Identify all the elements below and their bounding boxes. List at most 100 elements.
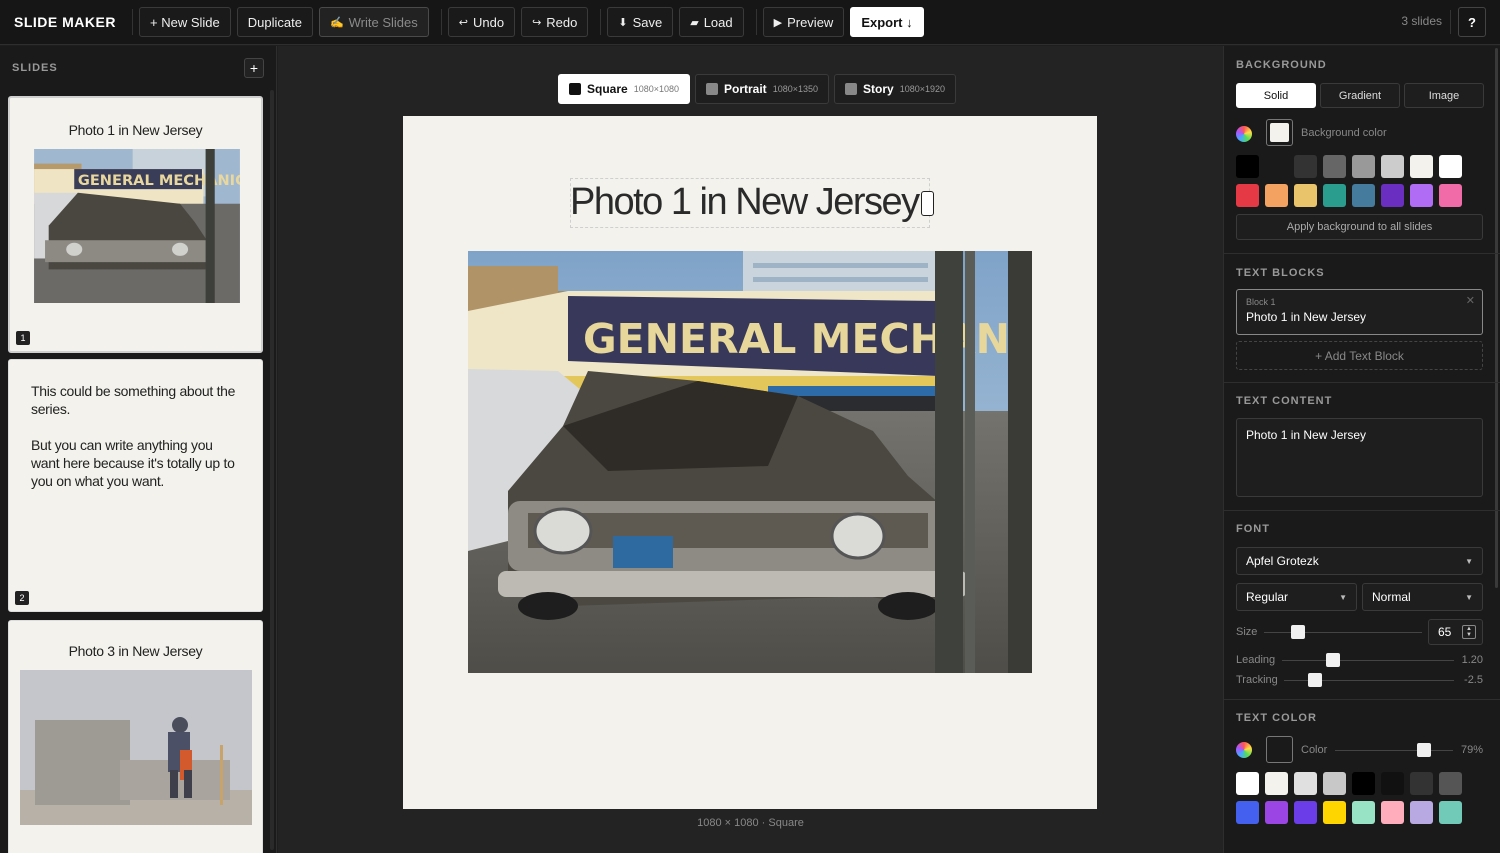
apply-background-all-button[interactable]: Apply background to all slides [1236, 214, 1483, 240]
size-value: 65 [1438, 625, 1452, 639]
save-button[interactable]: ⬇ Save [607, 7, 674, 37]
color-swatch[interactable] [1439, 184, 1462, 207]
toolbar-divider [600, 9, 602, 35]
text-content-input[interactable]: Photo 1 in New Jersey [1236, 418, 1483, 497]
color-swatch[interactable] [1236, 155, 1259, 178]
sidebar-title: SLIDES [12, 62, 58, 74]
opacity-slider-knob[interactable] [1417, 743, 1431, 757]
color-swatch[interactable] [1265, 155, 1288, 178]
color-swatch[interactable] [1439, 772, 1462, 795]
format-story-button[interactable]: Story 1080×1920 [834, 74, 956, 104]
toolbar-divider [440, 9, 442, 35]
color-swatch[interactable] [1410, 155, 1433, 178]
color-swatch[interactable] [1265, 772, 1288, 795]
app-title: SLIDE MAKER [14, 14, 116, 30]
preview-button[interactable]: ▶ Preview [762, 7, 845, 37]
slide-title-text[interactable]: Photo 1 in New Jersey [570, 178, 920, 226]
story-icon [845, 83, 857, 95]
chevron-down-icon: ▼ [1465, 592, 1473, 602]
stepper-icon[interactable]: ▲ ▼ [1462, 625, 1476, 639]
color-swatch[interactable] [1323, 801, 1346, 824]
color-swatch[interactable] [1381, 801, 1404, 824]
color-swatch[interactable] [1439, 801, 1462, 824]
leading-slider-track[interactable] [1282, 660, 1454, 661]
font-weight-select[interactable]: Regular ▼ [1236, 583, 1357, 611]
color-swatch[interactable] [1265, 801, 1288, 824]
color-swatch[interactable] [1352, 184, 1375, 207]
slide-canvas[interactable]: Photo 1 in New Jersey GENERAL MECHANIC [403, 116, 1097, 809]
panel-scrollbar[interactable] [1495, 48, 1498, 588]
background-section-title: BACKGROUND [1236, 59, 1327, 71]
color-swatch[interactable] [1294, 801, 1317, 824]
tab-image[interactable]: Image [1404, 83, 1484, 108]
color-swatch[interactable] [1294, 772, 1317, 795]
color-picker-icon[interactable] [1236, 742, 1252, 758]
sidebar-scrollbar[interactable] [270, 90, 274, 850]
format-portrait-button[interactable]: Portrait 1080×1350 [695, 74, 829, 104]
color-swatch[interactable] [1381, 184, 1404, 207]
background-color-box[interactable] [1266, 119, 1293, 146]
color-swatch[interactable] [1294, 155, 1317, 178]
color-swatch[interactable] [1323, 155, 1346, 178]
top-toolbar: SLIDE MAKER + New Slide Duplicate ✍ Write… [0, 0, 1500, 45]
resize-handle[interactable] [921, 191, 934, 216]
add-text-block-button[interactable]: + Add Text Block [1236, 341, 1483, 370]
color-swatch[interactable] [1294, 184, 1317, 207]
opacity-slider-track[interactable] [1335, 750, 1453, 751]
format-square-button[interactable]: Square 1080×1080 [558, 74, 690, 104]
redo-icon: ↪ [532, 16, 542, 29]
write-slides-button[interactable]: ✍ Write Slides [318, 7, 429, 37]
slide-thumbnail-1[interactable]: Photo 1 in New Jersey GENERAL MECHANIC 1 [8, 96, 263, 353]
text-color-fill [1270, 740, 1289, 759]
canvas-area: Square 1080×1080 Portrait 1080×1350 Stor… [278, 46, 1223, 853]
color-swatch[interactable] [1410, 801, 1433, 824]
load-button[interactable]: ▰ Load [679, 7, 744, 37]
color-swatch[interactable] [1381, 155, 1404, 178]
color-swatch[interactable] [1410, 772, 1433, 795]
export-button[interactable]: Export ↓ [850, 7, 924, 37]
canvas-caption: 1080 × 1080 · Square [697, 817, 804, 829]
background-color-label: Background color [1301, 127, 1387, 139]
color-swatch[interactable] [1381, 772, 1404, 795]
slide-thumbnail-photo: GENERAL MECHANIC [34, 149, 240, 303]
tracking-slider-knob[interactable] [1308, 673, 1322, 687]
text-block-item[interactable]: Block 1 Photo 1 in New Jersey ✕ [1236, 289, 1483, 335]
duplicate-button[interactable]: Duplicate [236, 7, 313, 37]
color-swatch[interactable] [1236, 184, 1259, 207]
tab-solid[interactable]: Solid [1236, 83, 1316, 108]
pencil-icon: ✍ [329, 16, 344, 29]
size-slider-track[interactable] [1264, 632, 1422, 633]
undo-button[interactable]: ↩ Undo [447, 7, 516, 37]
slide-number-badge: 2 [15, 591, 29, 605]
color-swatch[interactable] [1410, 184, 1433, 207]
slide-thumbnail-3[interactable]: Photo 3 in New Jersey [8, 620, 263, 853]
color-swatch[interactable] [1439, 155, 1462, 178]
color-swatch[interactable] [1265, 184, 1288, 207]
color-picker-icon[interactable] [1236, 126, 1252, 142]
tab-gradient[interactable]: Gradient [1320, 83, 1400, 108]
color-swatch[interactable] [1236, 801, 1259, 824]
svg-text:GENERAL MECHANIC: GENERAL MECHANIC [78, 172, 240, 189]
leading-slider-knob[interactable] [1326, 653, 1340, 667]
slide-thumbnail-2[interactable]: This could be something about the series… [8, 359, 263, 612]
slide-photo[interactable]: GENERAL MECHANIC [468, 251, 1032, 673]
font-style-select[interactable]: Normal ▼ [1362, 583, 1483, 611]
color-swatch[interactable] [1236, 772, 1259, 795]
font-family-select[interactable]: Apfel Grotezk ▼ [1236, 547, 1483, 575]
redo-button[interactable]: ↪ Redo [521, 7, 589, 37]
color-swatch[interactable] [1352, 772, 1375, 795]
color-swatch[interactable] [1352, 801, 1375, 824]
color-swatch[interactable] [1352, 155, 1375, 178]
color-swatch[interactable] [1323, 772, 1346, 795]
new-slide-button[interactable]: + New Slide [139, 7, 231, 37]
help-button[interactable]: ? [1458, 7, 1486, 37]
slide-thumbnail-photo [20, 670, 252, 825]
color-swatch[interactable] [1323, 184, 1346, 207]
add-slide-button[interactable]: + [244, 58, 264, 78]
chevron-down-icon: ▼ [1339, 592, 1347, 602]
text-color-box[interactable] [1266, 736, 1293, 763]
close-icon[interactable]: ✕ [1466, 294, 1475, 307]
background-mode-tabs: Solid Gradient Image [1236, 83, 1484, 108]
size-slider-knob[interactable] [1291, 625, 1305, 639]
size-input[interactable]: 65 ▲ ▼ [1428, 619, 1483, 645]
